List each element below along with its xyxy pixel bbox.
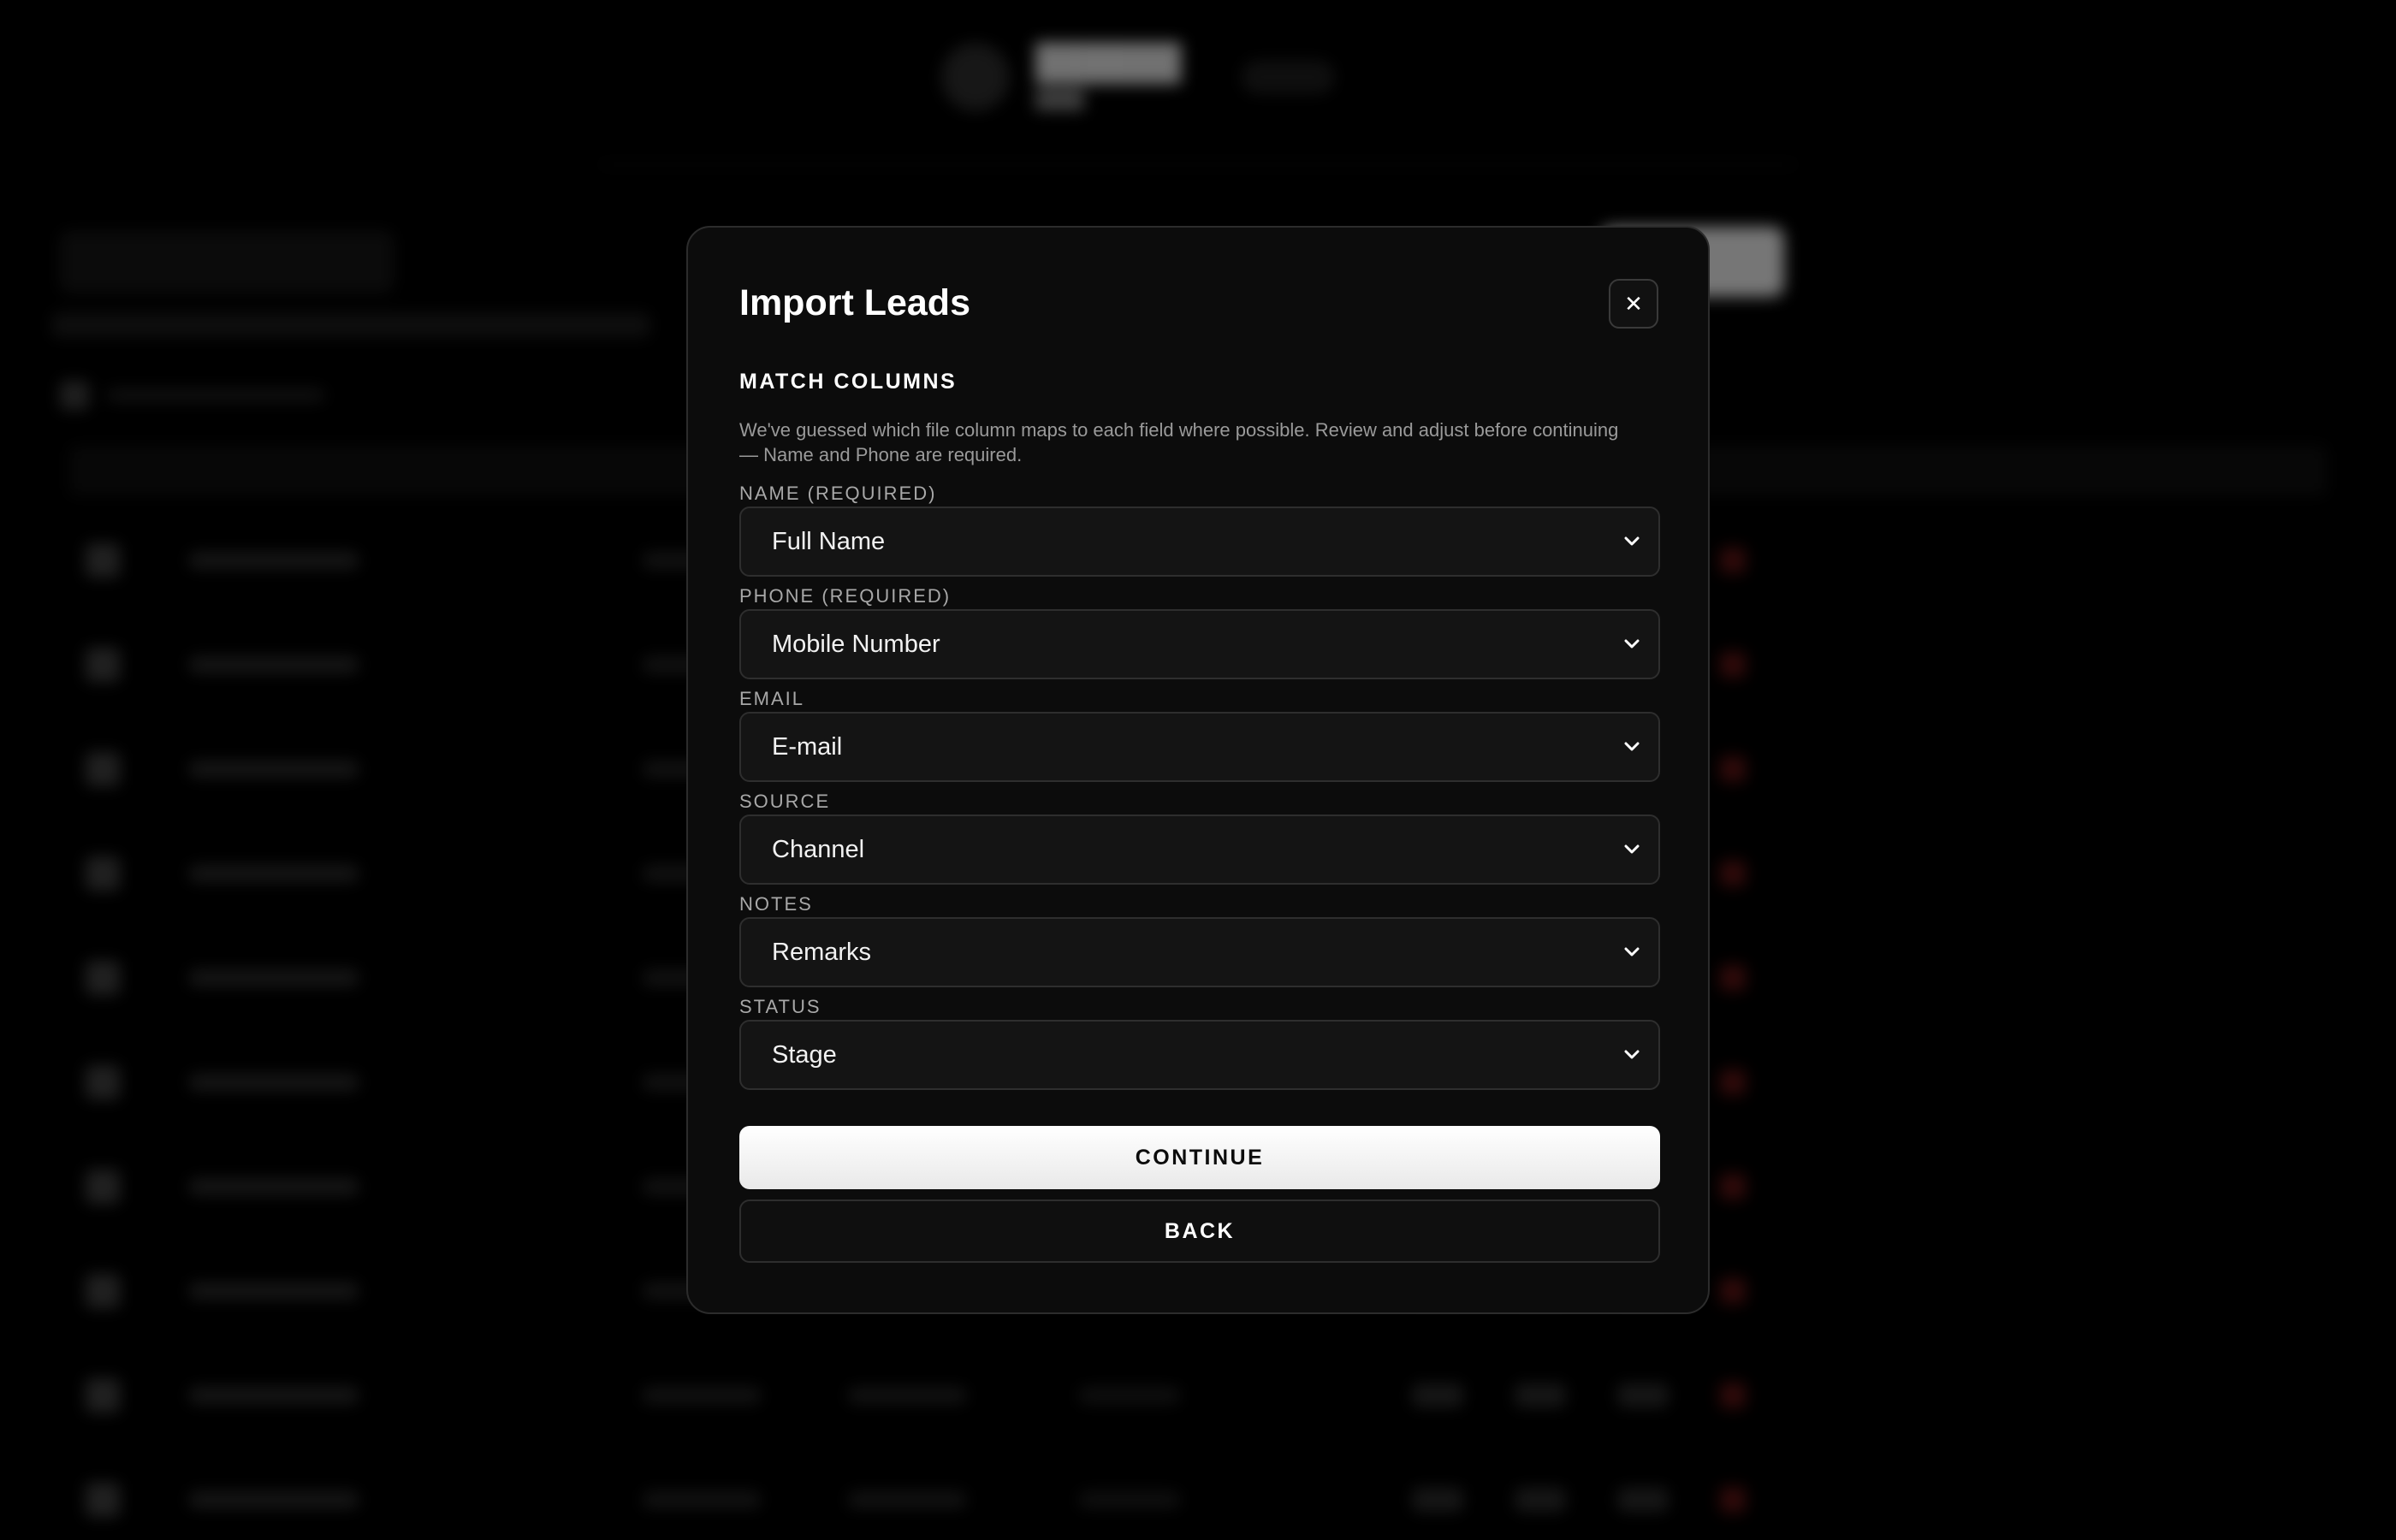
email-field: EMAIL E-mail <box>739 686 1660 782</box>
import-leads-modal: Import Leads ✕ MATCH COLUMNS We've guess… <box>686 226 1710 1314</box>
name-column-value: Full Name <box>772 527 886 555</box>
name-field: NAME (REQUIRED) Full Name <box>739 481 1660 577</box>
notes-column-value: Remarks <box>772 938 872 966</box>
filter-row-blurred <box>51 312 650 338</box>
source-column-select[interactable]: Channel <box>739 814 1660 885</box>
modal-title: Import Leads <box>739 282 970 323</box>
phone-field: PHONE (REQUIRED) Mobile Number <box>739 583 1660 679</box>
close-icon: ✕ <box>1624 290 1643 317</box>
chevron-down-icon <box>1622 737 1641 756</box>
continue-button[interactable]: CONTINUE <box>739 1126 1660 1189</box>
select-all-blurred <box>60 381 325 410</box>
search-bar-blurred <box>60 231 394 293</box>
status-column-value: Stage <box>772 1040 837 1069</box>
table-row <box>68 1378 1985 1413</box>
email-column-select[interactable]: E-mail <box>739 712 1660 782</box>
header-chip <box>1241 60 1336 94</box>
app-subtitle-blurred: ████ <box>1035 91 1084 110</box>
phone-column-value: Mobile Number <box>772 630 940 658</box>
notes-field: NOTES Remarks <box>739 891 1660 987</box>
status-field: STATUS Stage <box>739 994 1660 1090</box>
chevron-down-icon <box>1622 635 1641 654</box>
app-title-blurred: ██████ <box>1035 44 1182 81</box>
source-field-label: SOURCE <box>739 791 831 812</box>
back-button[interactable]: BACK <box>739 1199 1660 1263</box>
close-button[interactable]: ✕ <box>1609 279 1658 329</box>
phone-field-label: PHONE (REQUIRED) <box>739 585 952 607</box>
source-column-value: Channel <box>772 835 865 863</box>
nav-divider <box>599 163 1797 166</box>
chevron-down-icon <box>1622 943 1641 962</box>
section-title: MATCH COLUMNS <box>739 370 958 394</box>
notes-field-label: NOTES <box>739 893 813 915</box>
status-field-label: STATUS <box>739 996 821 1017</box>
chevron-down-icon <box>1622 840 1641 859</box>
table-row <box>68 1483 1985 1517</box>
app-logo <box>941 43 1010 111</box>
phone-column-select[interactable]: Mobile Number <box>739 609 1660 679</box>
notes-column-select[interactable]: Remarks <box>739 917 1660 987</box>
chevron-down-icon <box>1622 1045 1641 1064</box>
name-column-select[interactable]: Full Name <box>739 506 1660 577</box>
status-column-select[interactable]: Stage <box>739 1020 1660 1090</box>
email-field-label: EMAIL <box>739 688 805 709</box>
name-field-label: NAME (REQUIRED) <box>739 483 937 504</box>
email-column-value: E-mail <box>772 732 843 761</box>
chevron-down-icon <box>1622 532 1641 551</box>
app-header: ██████ ████ <box>941 43 1336 111</box>
section-description: We've guessed which file column maps to … <box>739 419 1619 465</box>
source-field: SOURCE Channel <box>739 789 1660 885</box>
